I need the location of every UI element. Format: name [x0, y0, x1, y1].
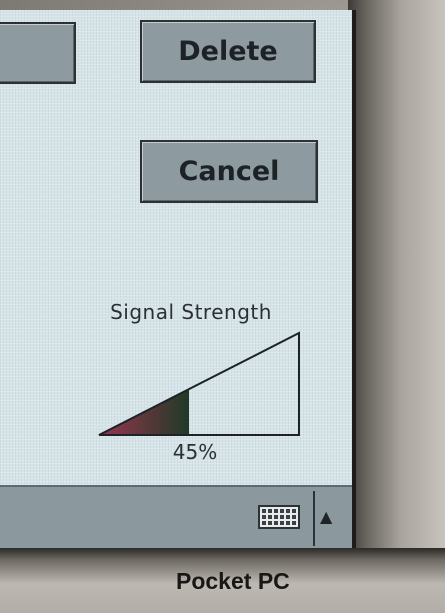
cancel-button[interactable]: Cancel: [140, 140, 318, 203]
device-brand-label: Pocket PC: [176, 568, 290, 594]
signal-strength-outline: [98, 331, 300, 436]
taskbar: ▲: [0, 485, 352, 548]
partial-left-button[interactable]: [0, 22, 76, 84]
keyboard-icon[interactable]: [258, 505, 300, 529]
signal-strength-meter: [98, 331, 300, 436]
signal-strength-label: Signal Strength: [110, 300, 272, 324]
signal-strength-percent: 45%: [172, 440, 218, 464]
device-bezel-right: [348, 0, 445, 613]
delete-button[interactable]: Delete: [140, 20, 316, 83]
device-screen: Delete Cancel Signal Strength 45% ▲: [0, 10, 356, 548]
input-menu-arrow-icon[interactable]: ▲: [320, 507, 332, 526]
taskbar-separator: [313, 491, 315, 546]
